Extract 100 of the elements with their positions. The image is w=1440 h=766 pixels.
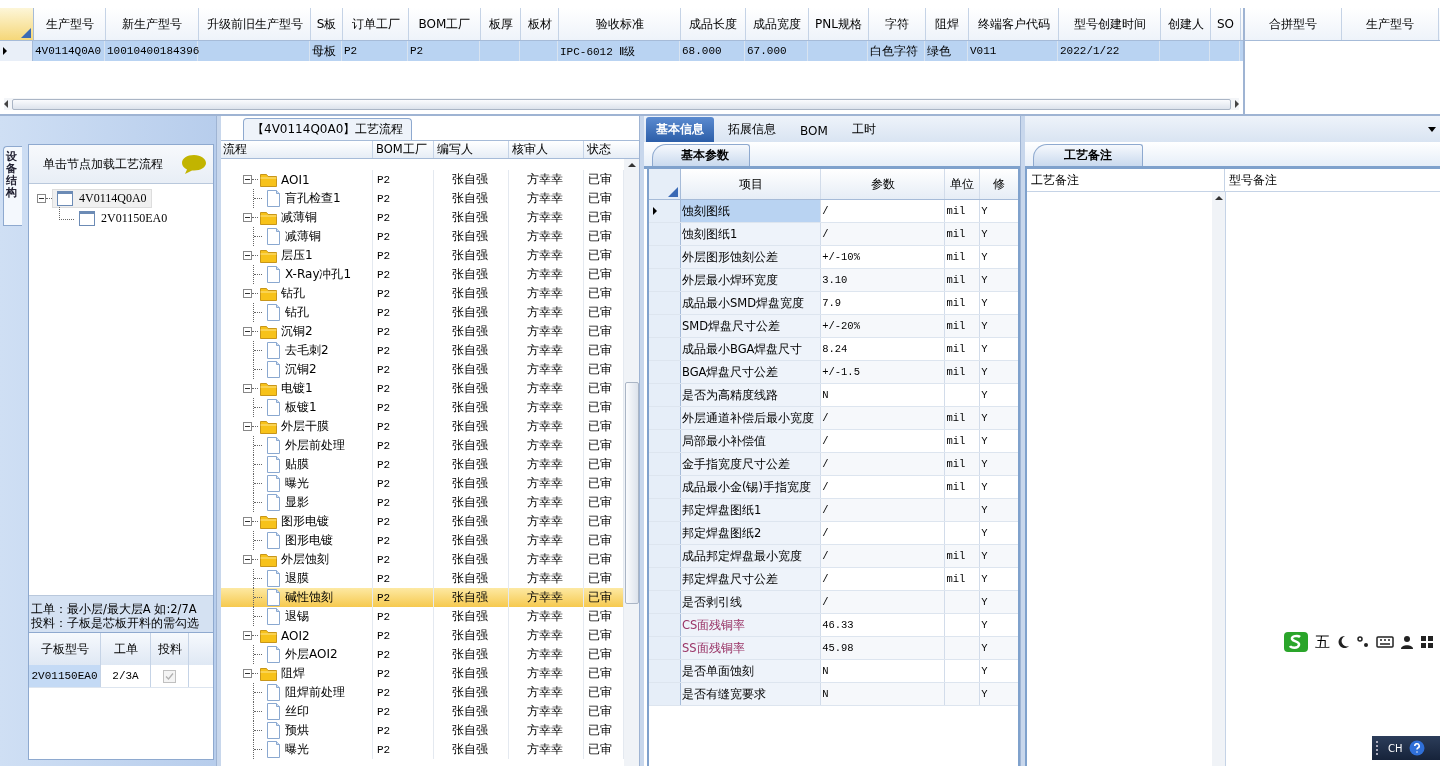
panel-title-tab[interactable]: 【4V0114Q0A0】工艺流程 xyxy=(243,118,413,140)
tree-row[interactable]: 钻孔 P2 张自强 方幸幸 已审 xyxy=(221,303,624,322)
collapse-icon[interactable] xyxy=(37,193,46,203)
tree-row[interactable]: 盲孔检查1 P2 张自强 方幸幸 已审 xyxy=(221,189,624,208)
tree-row[interactable]: 层压1 P2 张自强 方幸幸 已审 xyxy=(221,246,624,265)
column-header[interactable]: 板厚 xyxy=(481,8,521,40)
column-header[interactable]: 单位 xyxy=(945,169,981,199)
row-header[interactable] xyxy=(649,430,681,452)
tree-row[interactable]: 贴膜 P2 张自强 方幸幸 已审 xyxy=(221,455,624,474)
tree-row[interactable]: 外层AOI2 P2 张自强 方幸幸 已审 xyxy=(221,645,624,664)
column-header[interactable]: 订单工厂 xyxy=(343,8,409,40)
punctuation-icon[interactable] xyxy=(1356,635,1370,649)
row-header[interactable] xyxy=(649,269,681,291)
tree-row[interactable]: 图形电镀 P2 张自强 方幸幸 已审 xyxy=(221,512,624,531)
tab[interactable]: BOM xyxy=(790,120,838,142)
tab[interactable]: 拓展信息 xyxy=(718,117,786,142)
column-header[interactable]: 型号创建时间 xyxy=(1059,8,1161,40)
row-header[interactable] xyxy=(649,499,681,521)
tree-row[interactable]: 外层前处理 P2 张自强 方幸幸 已审 xyxy=(221,436,624,455)
collapse-icon[interactable] xyxy=(243,213,252,222)
tree-row[interactable]: 碱性蚀刻 P2 张自强 方幸幸 已审 xyxy=(221,588,624,607)
column-header[interactable]: 板材 xyxy=(521,8,559,40)
column-header[interactable]: 投料 xyxy=(151,633,189,665)
row-header[interactable] xyxy=(649,660,681,682)
collapse-icon[interactable] xyxy=(243,175,252,184)
tree-row[interactable]: 钻孔 P2 张自强 方幸幸 已审 xyxy=(221,284,624,303)
tree-row[interactable]: 外层蚀刻 P2 张自强 方幸幸 已审 xyxy=(221,550,624,569)
tree-row[interactable]: 减薄铜 P2 张自强 方幸幸 已审 xyxy=(221,227,624,246)
help-icon[interactable] xyxy=(1408,740,1425,756)
row-header[interactable] xyxy=(649,361,681,383)
collapse-icon[interactable] xyxy=(243,631,252,640)
column-header[interactable]: 新生产型号 xyxy=(106,8,199,40)
row-header[interactable] xyxy=(649,338,681,360)
tree-row[interactable]: 图形电镀 P2 张自强 方幸幸 已审 xyxy=(221,531,624,550)
tree-row[interactable]: AOI1 P2 张自强 方幸幸 已审 xyxy=(221,170,624,189)
column-header[interactable]: 生产型号 xyxy=(34,8,106,40)
tree-row[interactable]: 阻焊 P2 张自强 方幸幸 已审 xyxy=(221,664,624,683)
column-header[interactable]: 验收标准 xyxy=(559,8,681,40)
tree-row[interactable]: 预烘 P2 张自强 方幸幸 已审 xyxy=(221,721,624,740)
column-header[interactable]: 创建人 xyxy=(1161,8,1211,40)
collapse-icon[interactable] xyxy=(243,289,252,298)
column-header[interactable]: 字符 xyxy=(869,8,926,40)
row-header[interactable] xyxy=(649,384,681,406)
column-header[interactable]: 合拼型号 xyxy=(1245,8,1342,40)
tree-row[interactable]: 阻焊前处理 P2 张自强 方幸幸 已审 xyxy=(221,683,624,702)
section-tab[interactable]: 基本参数 xyxy=(652,144,750,166)
column-header[interactable]: 参数 xyxy=(821,169,946,199)
tree-row[interactable]: 显影 P2 张自强 方幸幸 已审 xyxy=(221,493,624,512)
row-header[interactable] xyxy=(649,292,681,314)
row-header[interactable] xyxy=(649,683,681,705)
row-header[interactable] xyxy=(649,545,681,567)
column-header[interactable]: SO xyxy=(1211,8,1241,40)
row-header[interactable] xyxy=(649,476,681,498)
tree-row[interactable]: 去毛刺2 P2 张自强 方幸幸 已审 xyxy=(221,341,624,360)
row-header[interactable] xyxy=(649,200,681,222)
column-header[interactable]: S板 xyxy=(311,8,343,40)
column-header[interactable]: 成品宽度 xyxy=(746,8,809,40)
column-header[interactable]: 型号备注 xyxy=(1225,169,1440,191)
row-header[interactable] xyxy=(649,637,681,659)
column-header[interactable]: 生产型号 xyxy=(1342,8,1439,40)
tree-row[interactable]: AOI2 P2 张自强 方幸幸 已审 xyxy=(221,626,624,645)
column-header[interactable]: 阻焊 xyxy=(926,8,969,40)
vertical-scrollbar[interactable] xyxy=(1212,192,1225,766)
column-header[interactable]: 成品长度 xyxy=(681,8,746,40)
tree-row[interactable]: 丝印 P2 张自强 方幸幸 已审 xyxy=(221,702,624,721)
input-mode[interactable]: 五 xyxy=(1315,632,1330,652)
section-tab[interactable]: 工艺备注 xyxy=(1033,144,1143,166)
column-header[interactable]: BOM工厂 xyxy=(409,8,481,40)
tree-row[interactable]: 曝光 P2 张自强 方幸幸 已审 xyxy=(221,740,624,759)
column-header[interactable]: 升级前旧生产型号 xyxy=(199,8,311,40)
row-header[interactable] xyxy=(649,246,681,268)
tree-row[interactable]: 减薄铜 P2 张自强 方幸幸 已审 xyxy=(221,208,624,227)
column-header[interactable]: 工单 xyxy=(101,633,151,665)
column-header[interactable]: PNL规格 xyxy=(809,8,869,40)
column-header[interactable]: 状态 xyxy=(584,141,624,158)
column-header[interactable]: 项目 xyxy=(681,169,822,199)
tree-row[interactable]: 电镀1 P2 张自强 方幸幸 已审 xyxy=(221,379,624,398)
tree-row[interactable]: 沉铜2 P2 张自强 方幸幸 已审 xyxy=(221,360,624,379)
row-header[interactable] xyxy=(649,315,681,337)
row-header[interactable] xyxy=(649,522,681,544)
collapse-icon[interactable] xyxy=(243,555,252,564)
column-header[interactable]: 修 xyxy=(980,169,1018,199)
row-header[interactable] xyxy=(649,568,681,590)
collapse-icon[interactable] xyxy=(243,327,252,336)
tab[interactable]: 基本信息 xyxy=(646,117,714,142)
checkbox[interactable] xyxy=(163,669,176,683)
vertical-scrollbar[interactable] xyxy=(624,159,639,766)
column-header[interactable]: 核审人 xyxy=(509,141,584,158)
speech-bubble-icon[interactable] xyxy=(181,153,207,175)
vertical-tab[interactable]: 设备结构 xyxy=(3,146,22,226)
collapse-icon[interactable] xyxy=(243,251,252,260)
moon-icon[interactable] xyxy=(1336,635,1350,649)
grid-icon[interactable] xyxy=(1420,635,1434,649)
table-row[interactable]: 4V0114Q0A0 10010400184396 母板 P2 P2 IPC-6012 Ⅱ级 68.000 67.000 白色字符 绿色 V011 2022/1/22 xyxy=(0,41,1243,61)
collapse-icon[interactable] xyxy=(243,517,252,526)
row-header[interactable] xyxy=(649,453,681,475)
tree-row[interactable]: 退锡 P2 张自强 方幸幸 已审 xyxy=(221,607,624,626)
language-indicator[interactable]: CH xyxy=(1388,742,1403,754)
user-icon[interactable] xyxy=(1400,635,1414,649)
ime-logo-icon[interactable] xyxy=(1283,631,1309,653)
